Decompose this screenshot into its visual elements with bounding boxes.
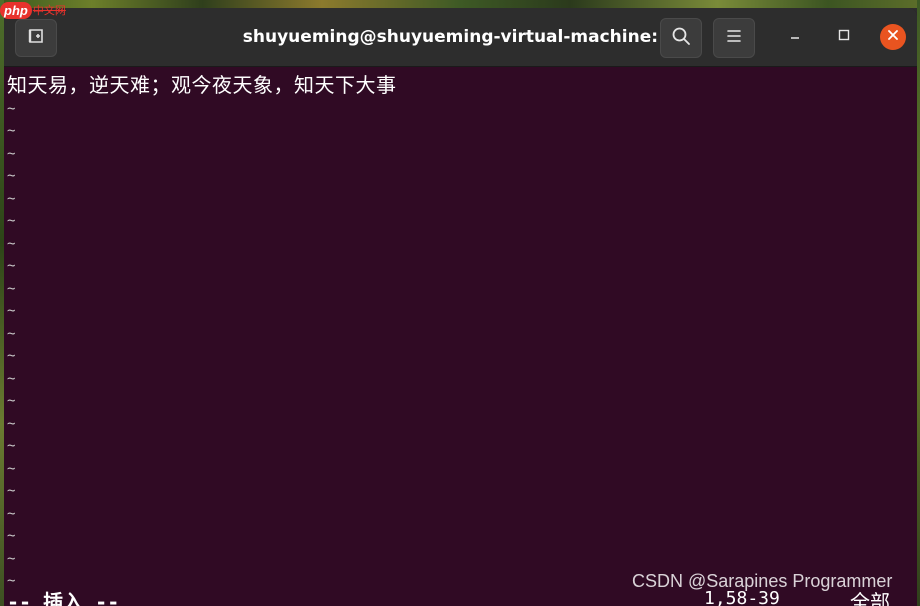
terminal-window: shuyueming@shuyueming-virtual-machine: ~ [4, 8, 917, 606]
empty-line-marker: ~ [7, 551, 16, 567]
empty-line-marker: ~ [7, 236, 16, 252]
empty-line-marker: ~ [7, 101, 16, 117]
desktop-wallpaper-top [0, 0, 920, 8]
vim-mode-indicator: -- 插入 -- [7, 590, 120, 606]
empty-line-marker: ~ [7, 348, 16, 364]
empty-line-marker: ~ [7, 213, 16, 229]
php-logo-cn-text: 中文网 [32, 4, 66, 17]
empty-line-marker: ~ [7, 146, 16, 162]
empty-line-marker: ~ [7, 438, 16, 454]
empty-line-marker: ~ [7, 371, 16, 387]
close-icon [887, 28, 899, 46]
menu-button[interactable] [713, 18, 755, 58]
search-button[interactable] [660, 18, 702, 58]
php-cn-logo: php 中文网 [0, 0, 66, 20]
empty-line-marker: ~ [7, 393, 16, 409]
close-button[interactable] [880, 24, 906, 50]
empty-line-marker: ~ [7, 506, 16, 522]
empty-line-marker: ~ [7, 191, 16, 207]
titlebar: shuyueming@shuyueming-virtual-machine: ~ [4, 8, 917, 67]
maximize-button[interactable] [830, 23, 858, 51]
minimize-icon [788, 28, 802, 47]
empty-line-marker: ~ [7, 483, 16, 499]
php-logo-text: php [0, 1, 32, 19]
empty-line-marker: ~ [7, 416, 16, 432]
empty-line-marker: ~ [7, 461, 16, 477]
empty-line-marker: ~ [7, 258, 16, 274]
maximize-icon [837, 28, 851, 47]
empty-line-marker: ~ [7, 123, 16, 139]
empty-line-marker: ~ [7, 281, 16, 297]
minimize-button[interactable] [781, 23, 809, 51]
search-icon [671, 26, 691, 51]
new-tab-icon [26, 27, 46, 50]
new-tab-button[interactable] [15, 19, 57, 57]
vim-editor-area[interactable]: 知天易，逆天难；观今夜天象，知天下大事 ~ ~ ~ ~ ~ ~ ~ ~ ~ ~ … [4, 67, 917, 606]
csdn-watermark: CSDN @Sarapines Programmer [632, 571, 893, 591]
empty-line-marker: ~ [7, 303, 16, 319]
empty-line-marker: ~ [7, 168, 16, 184]
empty-line-marker: ~ [7, 326, 16, 342]
empty-line-marker: ~ [7, 528, 16, 544]
editor-line-1: 知天易，逆天难；观今夜天象，知天下大事 [7, 73, 397, 97]
hamburger-menu-icon [726, 29, 742, 48]
